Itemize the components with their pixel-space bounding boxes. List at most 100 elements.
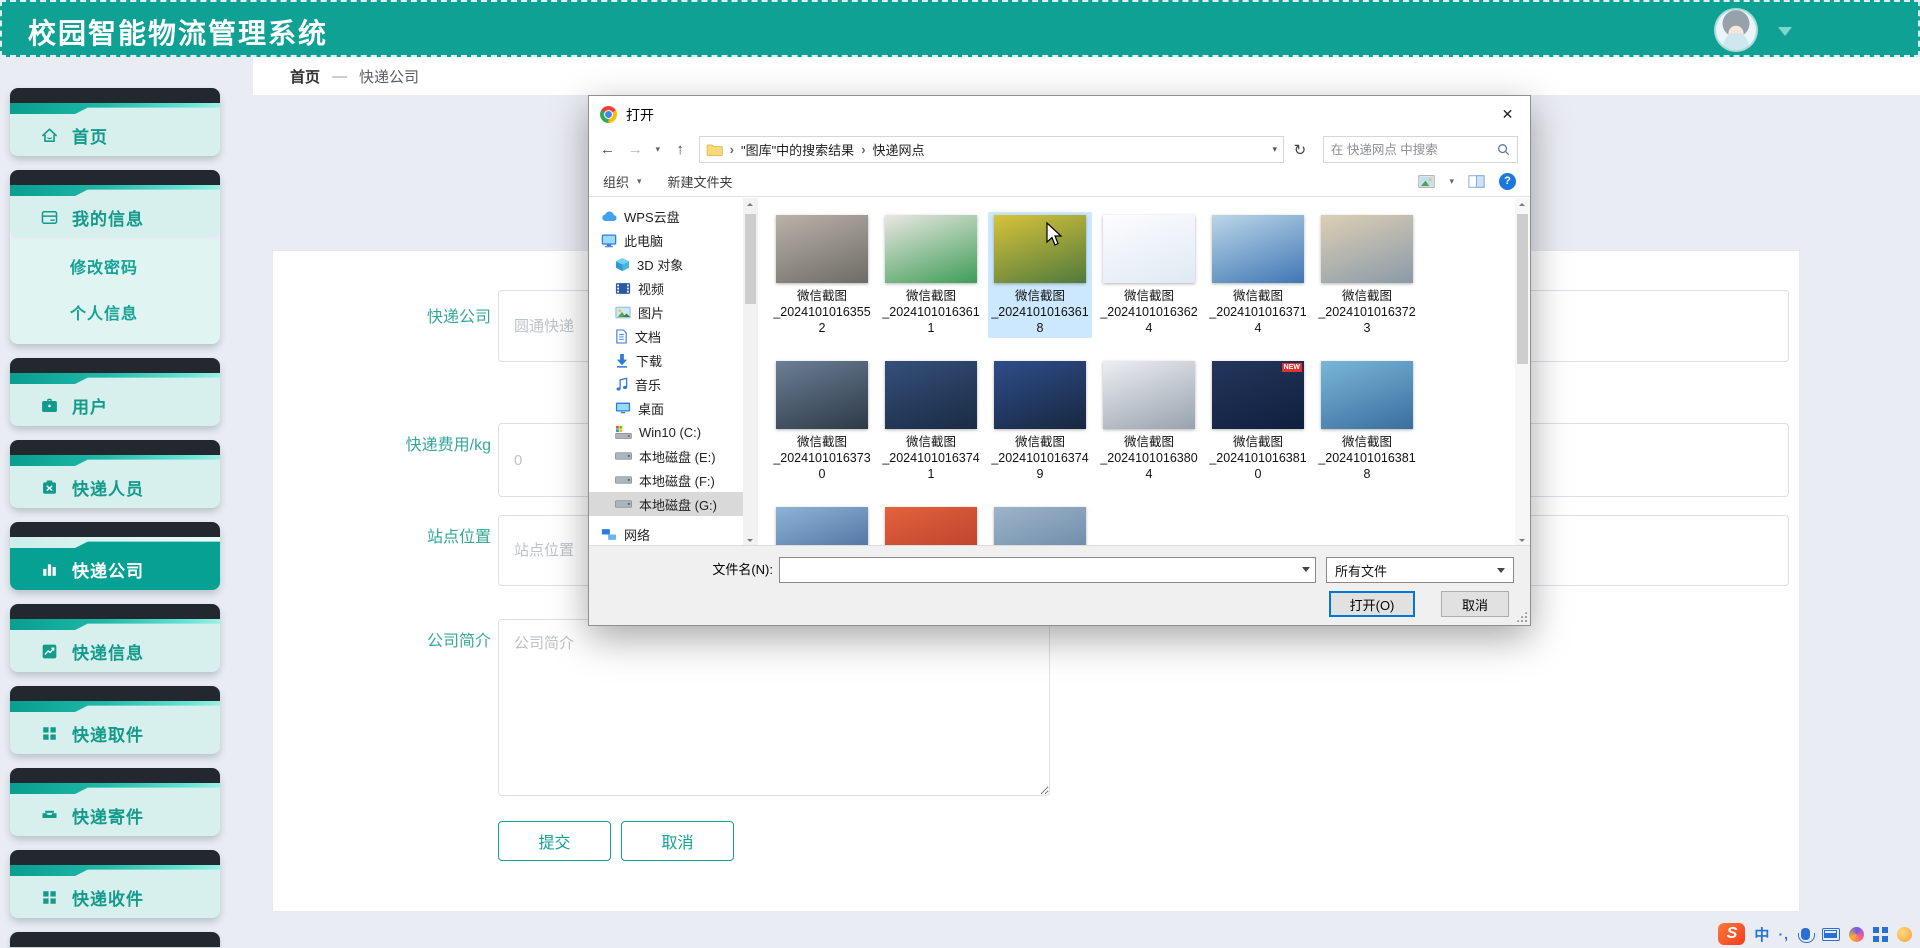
sidebar-item-stripe — [10, 185, 220, 196]
id-card-icon — [40, 208, 59, 227]
nav-item-本地磁盘 (G:)[interactable]: 本地磁盘 (G:) — [589, 492, 743, 516]
form-cancel-button[interactable]: 取消 — [621, 821, 734, 861]
emoji-icon[interactable] — [1897, 927, 1912, 942]
preview-pane-icon[interactable] — [1468, 175, 1485, 188]
scroll-up-icon[interactable] — [747, 203, 753, 206]
thumbnail-view-icon[interactable] — [1418, 175, 1435, 188]
desktop-icon — [615, 401, 631, 415]
scrollbar-thumb[interactable] — [745, 214, 756, 304]
keyboard-icon[interactable] — [1822, 928, 1840, 941]
refresh-icon[interactable]: ↻ — [1287, 141, 1313, 159]
new-folder-button[interactable]: 新建文件夹 — [668, 172, 733, 191]
history-dropdown-icon[interactable]: ▾ — [651, 144, 665, 155]
nav-item-图片[interactable]: 图片 — [589, 300, 743, 324]
file-item[interactable]: 微信截图_20241010163618 — [988, 212, 1092, 338]
mic-icon[interactable] — [1801, 928, 1810, 940]
file-item[interactable]: 微信截图_20241010163741 — [879, 358, 983, 484]
dialog-cancel-button[interactable]: 取消 — [1441, 591, 1509, 617]
skin-icon[interactable] — [1849, 927, 1864, 942]
nav-scrollbar[interactable] — [743, 198, 758, 547]
file-name: 微信截图_20241010163741 — [881, 434, 981, 482]
nav-item-桌面[interactable]: 桌面 — [589, 396, 743, 420]
address-box[interactable]: › "图库"中的搜索结果 › 快递网点 ▾ — [699, 136, 1284, 163]
nav-item-视频[interactable]: 视频 — [589, 276, 743, 300]
field-label-fee: 快递费用/kg — [273, 431, 491, 455]
nav-item-label: 本地磁盘 (F:) — [639, 471, 715, 490]
sidebar-item-express-company[interactable]: 快递公司 — [10, 522, 220, 590]
scroll-up-icon[interactable] — [1519, 203, 1525, 206]
file-thumbnail — [1212, 215, 1304, 283]
nav-item-3D 对象[interactable]: 3D 对象 — [589, 252, 743, 276]
chinese-mode-icon[interactable]: 中 — [1754, 924, 1769, 945]
organize-dropdown-icon[interactable]: ▾ — [637, 176, 642, 187]
close-icon[interactable]: ✕ — [1485, 96, 1530, 132]
scroll-down-icon[interactable] — [747, 539, 753, 542]
scroll-down-icon[interactable] — [1519, 539, 1525, 542]
address-dropdown-icon[interactable]: ▾ — [1272, 144, 1277, 155]
chevron-down-icon[interactable] — [1778, 27, 1792, 43]
address-crumb-search-results[interactable]: "图库"中的搜索结果 — [741, 140, 854, 159]
nav-item-音乐[interactable]: 音乐 — [589, 372, 743, 396]
nav-item-网络[interactable]: 网络 — [589, 522, 743, 546]
sidebar-item-express-send[interactable]: 快递寄件 — [10, 768, 220, 836]
file-name: 微信截图_20241010163624 — [1099, 288, 1199, 336]
company-intro-textarea[interactable] — [498, 619, 1050, 796]
sidebar-subitem[interactable]: 个人信息 — [10, 292, 220, 338]
filename-dropdown-icon[interactable] — [1302, 567, 1310, 576]
resize-grip[interactable] — [1516, 611, 1527, 622]
filetype-select[interactable]: 所有文件 — [1326, 557, 1514, 583]
sogou-icon[interactable]: S — [1718, 923, 1745, 945]
view-dropdown-icon[interactable]: ▾ — [1449, 176, 1454, 187]
help-icon[interactable]: ? — [1499, 173, 1516, 190]
file-thumbnail — [776, 361, 868, 429]
sidebar-item-users[interactable]: 用户 — [10, 358, 220, 426]
file-item[interactable]: 微信截图_20241010163824 — [770, 504, 874, 547]
open-button[interactable]: 打开(O) — [1329, 591, 1415, 617]
file-thumbnail — [885, 215, 977, 283]
file-item[interactable]: 微信截图_20241010163749 — [988, 358, 1092, 484]
sidebar-subitem[interactable]: 修改密码 — [10, 246, 220, 292]
file-item[interactable]: 微信截图_20241010163910 — [879, 504, 983, 547]
dialog-title-bar[interactable]: 打开 ✕ — [589, 96, 1530, 133]
file-list-scrollbar[interactable] — [1515, 198, 1530, 547]
file-item[interactable]: NEW微信截图_20241010163810 — [1206, 358, 1310, 484]
sidebar-item-courier-staff[interactable]: 快递人员 — [10, 440, 220, 508]
sidebar-item-home[interactable]: 首页 — [10, 88, 220, 156]
file-item[interactable] — [988, 504, 1092, 547]
file-item[interactable]: 微信截图_20241010163723 — [1315, 212, 1419, 338]
filename-input[interactable] — [779, 557, 1316, 583]
file-item[interactable]: 微信截图_20241010163730 — [770, 358, 874, 484]
organize-button[interactable]: 组织 — [603, 172, 629, 191]
nav-item-本地磁盘 (F:)[interactable]: 本地磁盘 (F:) — [589, 468, 743, 492]
punctuation-icon[interactable]: ·, — [1778, 926, 1789, 942]
apps-icon[interactable] — [1873, 927, 1888, 942]
file-item[interactable]: 微信截图_20241010163611 — [879, 212, 983, 338]
sidebar-item-express-pickup[interactable]: 快递取件 — [10, 686, 220, 754]
file-item[interactable]: 微信截图_20241010163804 — [1097, 358, 1201, 484]
nav-item-下载[interactable]: 下载 — [589, 348, 743, 372]
network-icon — [601, 528, 617, 541]
file-item[interactable]: 微信截图_20241010163818 — [1315, 358, 1419, 484]
search-input[interactable] — [1331, 143, 1497, 157]
nav-item-label: Win10 (C:) — [639, 425, 701, 440]
file-item[interactable]: 微信截图_20241010163624 — [1097, 212, 1201, 338]
sidebar-item-express-receive[interactable]: 快递收件 — [10, 850, 220, 918]
file-thumbnail — [1321, 361, 1413, 429]
sidebar-item-my-info[interactable]: 我的信息修改密码个人信息 — [10, 170, 220, 344]
nav-item-此电脑[interactable]: 此电脑 — [589, 228, 743, 252]
scrollbar-thumb[interactable] — [1517, 214, 1528, 364]
nav-item-本地磁盘 (E:)[interactable]: 本地磁盘 (E:) — [589, 444, 743, 468]
back-icon[interactable]: ← — [595, 141, 620, 158]
breadcrumb-home[interactable]: 首页 — [290, 66, 320, 87]
bar-chart-icon — [40, 560, 59, 579]
nav-item-WPS云盘[interactable]: WPS云盘 — [589, 204, 743, 228]
submit-button[interactable]: 提交 — [498, 821, 611, 861]
nav-item-Win10 (C:)[interactable]: Win10 (C:) — [589, 420, 743, 444]
nav-item-文档[interactable]: 文档 — [589, 324, 743, 348]
up-icon[interactable]: ↑ — [668, 141, 693, 158]
file-item[interactable]: 微信截图_20241010163714 — [1206, 212, 1310, 338]
file-item[interactable]: 微信截图_20241010163552 — [770, 212, 874, 338]
address-crumb-folder[interactable]: 快递网点 — [873, 140, 925, 159]
sidebar-item-express-info[interactable]: 快递信息 — [10, 604, 220, 672]
user-avatar[interactable] — [1716, 10, 1756, 50]
